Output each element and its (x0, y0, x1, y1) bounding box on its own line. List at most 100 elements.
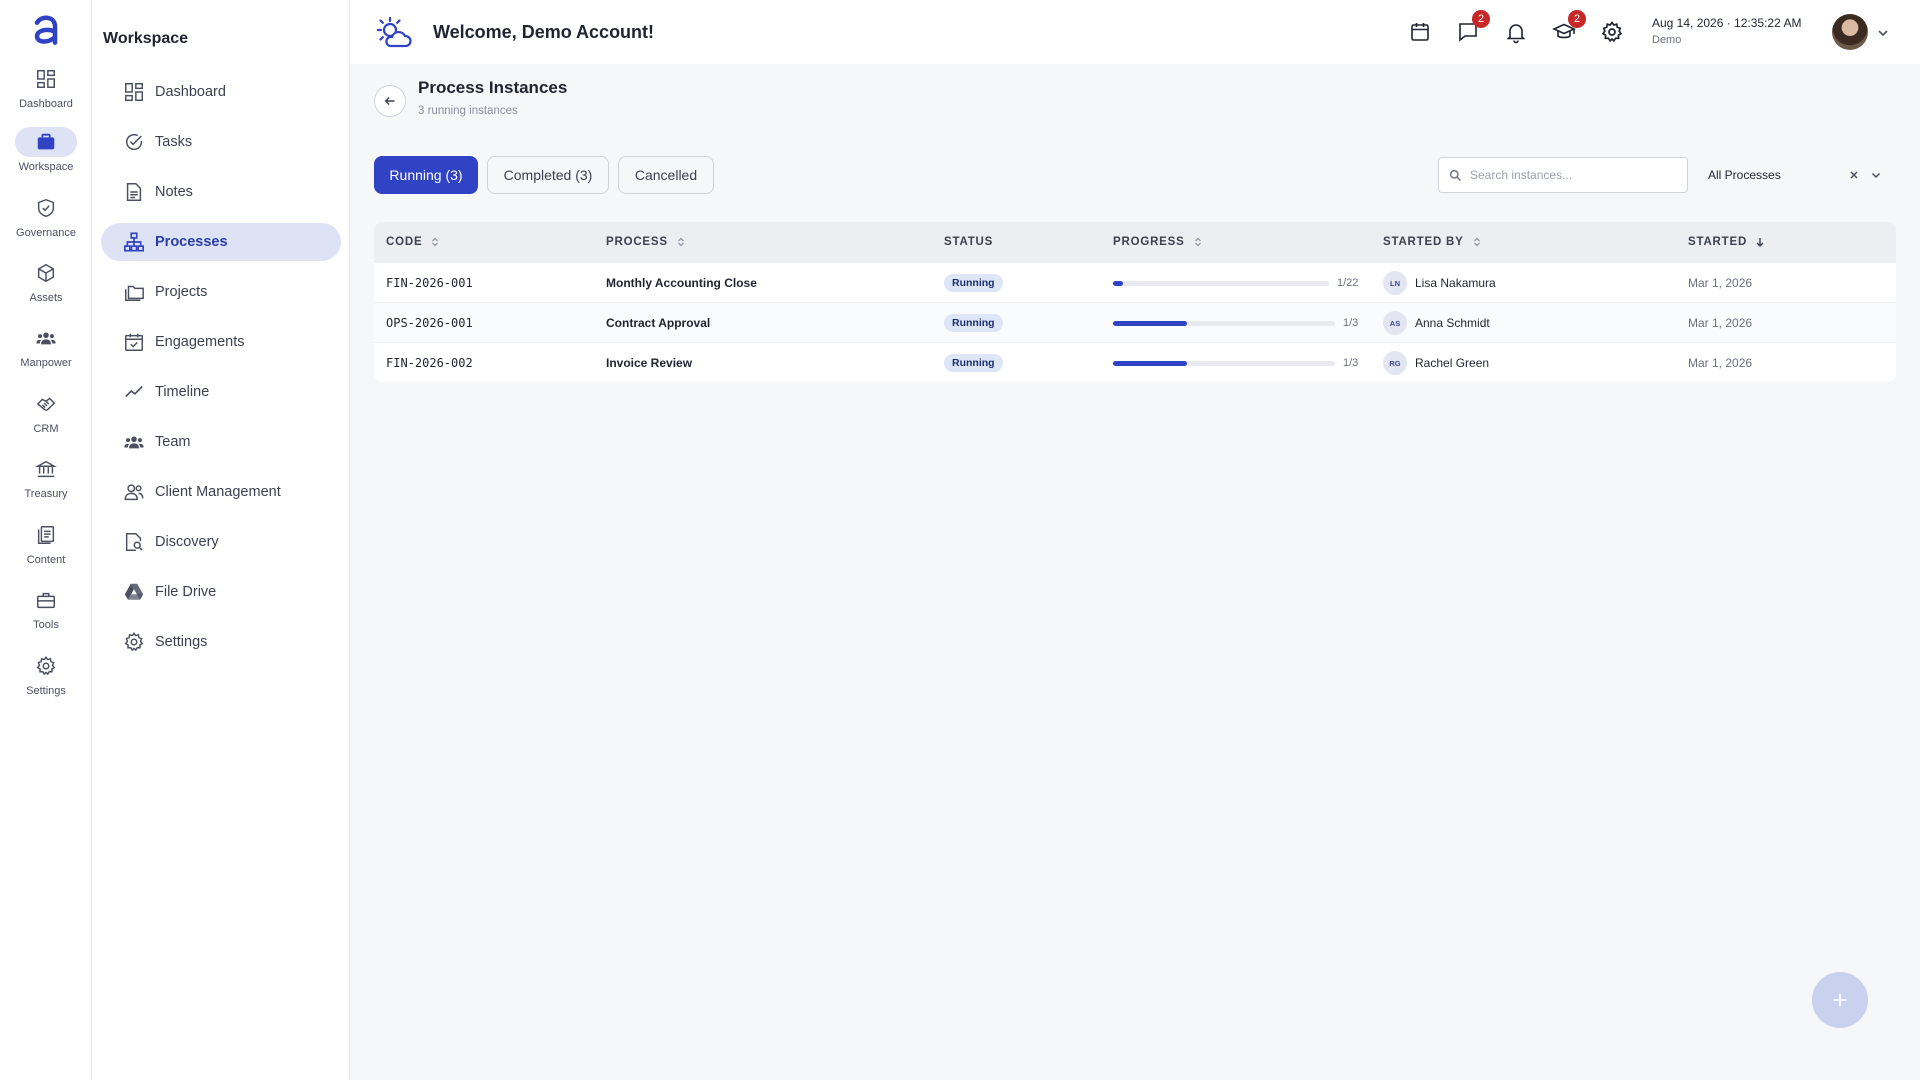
sidebar-item-label: Team (155, 434, 191, 450)
progress-text: 1/3 (1343, 357, 1359, 369)
tab-completed[interactable]: Completed (3) (487, 156, 609, 194)
tab-running[interactable]: Running (3) (374, 156, 478, 194)
column-started-by[interactable]: STARTED BY (1383, 222, 1482, 262)
bank-icon (15, 454, 77, 484)
rail-label: Content (26, 554, 66, 566)
started-by-name: Lisa Nakamura (1415, 276, 1496, 290)
clear-icon[interactable] (1848, 169, 1860, 181)
rail-item-content[interactable]: Content (0, 520, 92, 576)
plus-icon (1833, 993, 1847, 1007)
sidebar-item-dashboard[interactable]: Dashboard (101, 73, 341, 111)
search-doc-icon (125, 533, 143, 551)
chevron-down-icon[interactable] (1876, 26, 1890, 40)
sidebar-item-label: Settings (155, 634, 208, 650)
sidebar-item-label: Tasks (155, 134, 193, 150)
note-icon (126, 183, 142, 201)
process-name: Contract Approval (606, 316, 711, 330)
search-box (1438, 157, 1688, 193)
sidebar-item-file-drive[interactable]: File Drive (101, 573, 341, 611)
search-input[interactable] (1470, 168, 1670, 182)
avatar[interactable] (1832, 14, 1868, 50)
briefcase-icon (15, 127, 77, 157)
column-started[interactable]: STARTED (1688, 222, 1765, 262)
sort-icon (1473, 237, 1480, 247)
calendar-icon (1411, 23, 1429, 41)
progress-cell: 1/3 (1113, 343, 1367, 382)
process-name: Invoice Review (606, 356, 693, 370)
table-row[interactable]: OPS-2026-001 Contract Approval Running 1… (374, 302, 1896, 342)
sidebar-item-timeline[interactable]: Timeline (101, 373, 341, 411)
sidebar-title: Workspace (103, 30, 189, 47)
sort-icon (432, 237, 439, 247)
bell-icon (1506, 24, 1526, 44)
add-instance-button[interactable] (1812, 972, 1868, 1028)
started-date: Mar 1, 2026 (1688, 356, 1753, 370)
rail-item-crm[interactable]: CRM (0, 389, 92, 445)
progress-bar (1113, 360, 1335, 366)
gear-icon (124, 632, 144, 652)
folders-icon (125, 285, 144, 301)
column-status: STATUS (944, 222, 993, 262)
check-circle-icon (125, 133, 143, 150)
gear-icon (1601, 21, 1623, 43)
drive-icon (124, 583, 144, 600)
messages-button[interactable]: 2 (1456, 10, 1490, 44)
sidebar-item-discovery[interactable]: Discovery (101, 523, 341, 561)
tab-cancelled[interactable]: Cancelled (618, 156, 714, 194)
sidebar-item-team[interactable]: Team (101, 423, 341, 461)
progress-fill (1113, 360, 1187, 366)
app-logo-icon[interactable] (26, 10, 66, 50)
rail-label: Workspace (18, 161, 74, 173)
process-filter-select[interactable]: All Processes (1698, 157, 1896, 193)
progress-cell: 1/22 (1113, 263, 1367, 303)
sidebar-item-settings[interactable]: Settings (101, 623, 341, 661)
documents-icon (15, 520, 77, 550)
column-label: PROCESS (606, 236, 668, 248)
rail-item-workspace[interactable]: Workspace (0, 127, 92, 183)
page-title: Process Instances (418, 78, 568, 97)
rail-item-treasury[interactable]: Treasury (0, 454, 92, 510)
sidebar-item-projects[interactable]: Projects (101, 273, 341, 311)
learning-button[interactable]: 2 (1552, 10, 1586, 44)
rail-item-dashboard[interactable]: Dashboard (0, 64, 92, 120)
sidebar-item-notes[interactable]: Notes (101, 173, 341, 211)
instance-code: FIN-2026-002 (386, 356, 473, 370)
icon-rail: Dashboard Workspace Governance Assets Ma… (0, 0, 92, 1080)
calendar-button[interactable] (1408, 20, 1432, 44)
rail-item-manpower[interactable]: Manpower (0, 323, 92, 379)
instances-table: CODE PROCESS STATUS PROGRESS STARTED BY … (374, 222, 1896, 382)
progress-fill (1113, 280, 1123, 286)
sidebar-item-engagements[interactable]: Engagements (101, 323, 341, 361)
column-label: STARTED BY (1383, 236, 1464, 248)
settings-button[interactable] (1600, 20, 1624, 44)
column-code[interactable]: CODE (386, 222, 440, 262)
rail-label: Manpower (20, 357, 72, 369)
sort-icon (677, 237, 684, 247)
status-badge: Running (944, 314, 1003, 332)
rail-label: Governance (16, 227, 76, 239)
rail-item-tools[interactable]: Tools (0, 585, 92, 641)
messages-badge: 2 (1472, 10, 1490, 28)
rail-label: Treasury (24, 488, 68, 500)
process-filter-value: All Processes (1708, 168, 1781, 182)
notifications-button[interactable] (1504, 20, 1528, 44)
sidebar-item-label: Timeline (155, 384, 210, 400)
status-badge: Running (944, 274, 1003, 292)
sidebar-item-tasks[interactable]: Tasks (101, 123, 341, 161)
started-date: Mar 1, 2026 (1688, 316, 1753, 330)
column-process[interactable]: PROCESS (606, 222, 686, 262)
sidebar-item-label: Notes (155, 184, 193, 200)
rail-label: Settings (26, 685, 66, 697)
sidebar-item-processes[interactable]: Processes (101, 223, 341, 261)
rail-item-settings[interactable]: Settings (0, 651, 92, 707)
rail-item-assets[interactable]: Assets (0, 258, 92, 314)
sort-icon (1194, 237, 1201, 247)
table-row[interactable]: FIN-2026-001 Monthly Accounting Close Ru… (374, 262, 1896, 302)
client-icon (124, 484, 144, 501)
sidebar-item-client-management[interactable]: Client Management (101, 473, 341, 511)
column-progress[interactable]: PROGRESS (1113, 222, 1203, 262)
table-row[interactable]: FIN-2026-002 Invoice Review Running 1/3 … (374, 342, 1896, 382)
back-button[interactable] (374, 85, 406, 117)
rail-item-governance[interactable]: Governance (0, 193, 92, 249)
table-header: CODE PROCESS STATUS PROGRESS STARTED BY … (374, 222, 1896, 262)
